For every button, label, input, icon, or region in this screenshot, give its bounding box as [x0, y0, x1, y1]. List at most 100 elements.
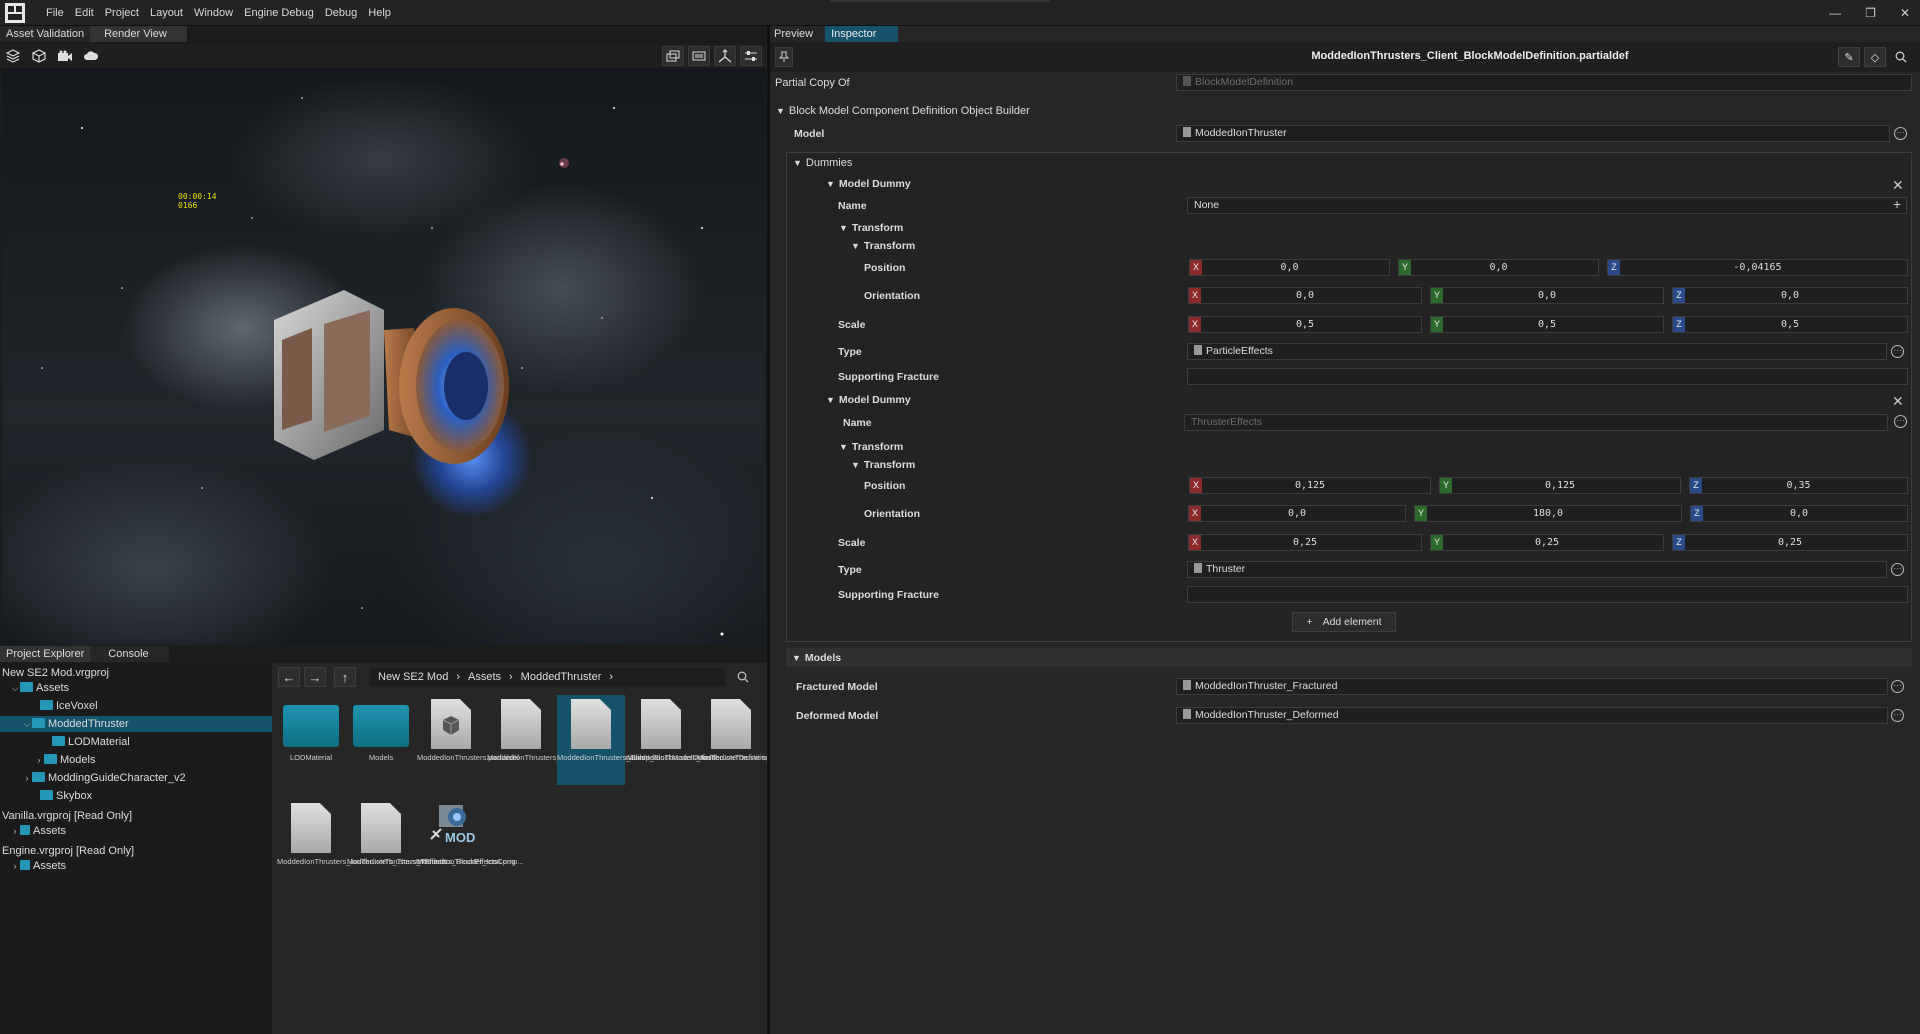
deformed-model-field[interactable]: ModdedIonThruster_Deformed	[1176, 707, 1888, 724]
more-options-icon[interactable]: ···	[1894, 127, 1907, 140]
cube-icon[interactable]	[28, 46, 50, 66]
menu-debug[interactable]: Debug	[325, 7, 357, 19]
tab-render-view[interactable]: Render View	[90, 26, 187, 42]
partial-copy-field[interactable]: BlockModelDefinition	[1176, 74, 1912, 91]
tab-project-explorer[interactable]: Project Explorer	[0, 646, 91, 662]
file-item-blockeffects[interactable]: ModdedIonThrusters_Thrusters_BlockEffect…	[347, 799, 524, 866]
cloud-icon[interactable]	[80, 46, 102, 66]
d2-orientation-y[interactable]: Y 180,0	[1414, 505, 1682, 522]
stack-icon[interactable]	[662, 46, 684, 66]
camera-icon[interactable]	[54, 46, 76, 66]
chevron-down-icon[interactable]: ▼	[792, 653, 801, 663]
d2-position-y[interactable]: Y 0,125	[1439, 477, 1681, 494]
transform-header[interactable]: ▼ Transform	[839, 222, 903, 234]
chevron-down-icon[interactable]: ▼	[826, 179, 835, 189]
menu-engine-debug[interactable]: Engine Debug	[244, 7, 314, 19]
add-element-button[interactable]: + Add element	[1292, 612, 1396, 632]
d2-orientation-x[interactable]: X 0,0	[1188, 505, 1406, 522]
close-icon[interactable]: ✕	[1892, 177, 1904, 194]
layers-icon[interactable]	[2, 46, 24, 66]
d1-orientation-z[interactable]: Z 0,0	[1672, 287, 1908, 304]
d2-scale-x[interactable]: X 0,25	[1188, 534, 1422, 551]
up-arrow-icon[interactable]: ↑	[334, 667, 356, 687]
tab-asset-validation[interactable]: Asset Validation	[0, 26, 91, 42]
tree-item-engine-assets[interactable]: › Assets	[10, 858, 66, 874]
maximize-button[interactable]: ❐	[1865, 6, 1876, 20]
file-item-thrustereffects[interactable]: ModdedIonThrusters_IonThrusters_Thruster…	[277, 799, 454, 866]
d1-position-x[interactable]: X 0,0	[1189, 259, 1390, 276]
chevron-down-icon[interactable]: ▼	[793, 158, 802, 168]
title-drag-handle[interactable]	[830, 0, 1050, 2]
d2-orientation-z[interactable]: Z 0,0	[1690, 505, 1908, 522]
chevron-down-icon[interactable]: ▼	[851, 460, 860, 470]
models-section-header[interactable]	[786, 648, 1912, 667]
tree-item-icevoxel[interactable]: IceVoxel	[30, 698, 98, 714]
file-item-breakable[interactable]: ModdedIonThrusters_BreakableBlockDefinit…	[487, 695, 663, 762]
tree-item-moddingguide[interactable]: › ModdingGuideCharacter_v2	[22, 770, 186, 786]
file-item-icon-png[interactable]: MOD ModdedIonThruster_Icon.png	[417, 799, 515, 866]
chevron-down-icon[interactable]: ▼	[776, 106, 785, 116]
tree-project-new-se2-mod[interactable]: New SE2 Mod.vrgproj	[2, 665, 109, 681]
d2-scale-y[interactable]: Y 0,25	[1430, 534, 1664, 551]
close-icon[interactable]: ✕	[1892, 393, 1904, 410]
inner-transform-header[interactable]: ▼ Transform	[851, 459, 915, 471]
dummy-1-name-field[interactable]: None	[1187, 197, 1907, 214]
back-arrow-icon[interactable]: ←	[278, 667, 300, 687]
dummy-2-name-field[interactable]: ThrusterEffects	[1184, 414, 1888, 431]
tree-item-skybox[interactable]: Skybox	[30, 788, 92, 804]
tree-project-vanilla[interactable]: Vanilla.vrgproj [Read Only]	[2, 808, 132, 824]
model-dummy-1-header[interactable]: ▼ Model Dummy	[826, 178, 911, 190]
tab-inspector[interactable]: Inspector	[825, 26, 899, 42]
crumb-moddedthruster[interactable]: ModdedThruster	[521, 671, 602, 683]
menu-window[interactable]: Window	[194, 7, 233, 19]
search-icon[interactable]	[1890, 47, 1912, 67]
file-item-models[interactable]: Models	[347, 695, 415, 762]
tree-item-assets[interactable]: ⌵ Assets	[10, 680, 69, 696]
chevron-right-icon[interactable]: ›	[22, 770, 32, 786]
model-dummy-2-header[interactable]: ▼ Model Dummy	[826, 394, 911, 406]
d1-position-z[interactable]: Z -0,04165	[1607, 259, 1908, 276]
render-viewport[interactable]: 00:00:14 0166	[2, 68, 766, 645]
chevron-down-icon[interactable]: ▼	[839, 442, 848, 452]
pencil-icon[interactable]: ✎	[1838, 47, 1860, 67]
file-item-lodmaterial[interactable]: LODMaterial	[277, 695, 345, 762]
more-options-icon[interactable]: ···	[1891, 709, 1904, 722]
file-item-partialdef[interactable]: ModdedIonThrusters.partialdef	[417, 695, 519, 762]
tab-preview[interactable]: Preview	[772, 26, 826, 42]
dummies-header[interactable]: ▼ Dummies	[793, 157, 852, 169]
chevron-down-icon[interactable]: ⌵	[22, 716, 32, 732]
d1-orientation-x[interactable]: X 0,0	[1188, 287, 1422, 304]
minimize-button[interactable]: —	[1829, 6, 1841, 20]
tree-item-models[interactable]: › Models	[34, 752, 95, 768]
chevron-down-icon[interactable]: ▼	[851, 241, 860, 251]
menu-layout[interactable]: Layout	[150, 7, 183, 19]
forward-arrow-icon[interactable]: →	[304, 667, 326, 687]
models-header[interactable]: ▼ Models	[792, 652, 841, 664]
crumb-new-se2-mod[interactable]: New SE2 Mod	[378, 671, 448, 683]
target-icon[interactable]: ◇	[1864, 47, 1886, 67]
inner-transform-header[interactable]: ▼ Transform	[851, 240, 915, 252]
sliders-icon[interactable]	[740, 46, 762, 66]
d1-position-y[interactable]: Y 0,0	[1398, 259, 1599, 276]
menu-project[interactable]: Project	[105, 7, 139, 19]
search-icon[interactable]	[732, 667, 754, 687]
chevron-down-icon[interactable]: ▼	[839, 223, 848, 233]
tree-item-vanilla-assets[interactable]: › Assets	[10, 823, 66, 839]
d1-scale-x[interactable]: X 0,5	[1188, 316, 1422, 333]
chevron-down-icon[interactable]: ▼	[826, 395, 835, 405]
file-item-powerable[interactable]: ModdedIonThrusters_IonThrustersPowerable…	[697, 695, 873, 762]
tree-item-moddedthruster[interactable]: ⌵ ModdedThruster	[0, 716, 272, 732]
menu-edit[interactable]: Edit	[75, 7, 94, 19]
d1-fracture-field[interactable]	[1187, 368, 1908, 385]
close-window-button[interactable]: ✕	[1900, 6, 1910, 20]
builder-header[interactable]: ▼ Block Model Component Definition Object…	[776, 105, 1030, 117]
fractured-model-field[interactable]: ModdedIonThruster_Fractured	[1176, 678, 1888, 695]
more-options-icon[interactable]: ···	[1891, 345, 1904, 358]
transform-header[interactable]: ▼ Transform	[839, 441, 903, 453]
d2-position-x[interactable]: X 0,125	[1189, 477, 1431, 494]
tab-console[interactable]: Console	[90, 646, 169, 662]
file-item-client-blockmodel[interactable]: ModdedIonThrusters_Client_BlockModelDefi…	[557, 695, 732, 785]
d2-type-field[interactable]: Thruster	[1187, 561, 1887, 578]
chevron-right-icon[interactable]: ›	[34, 752, 44, 768]
file-item-ionthruster[interactable]: ModdedIonThrusters_IonThrusterDefinition…	[627, 695, 803, 762]
